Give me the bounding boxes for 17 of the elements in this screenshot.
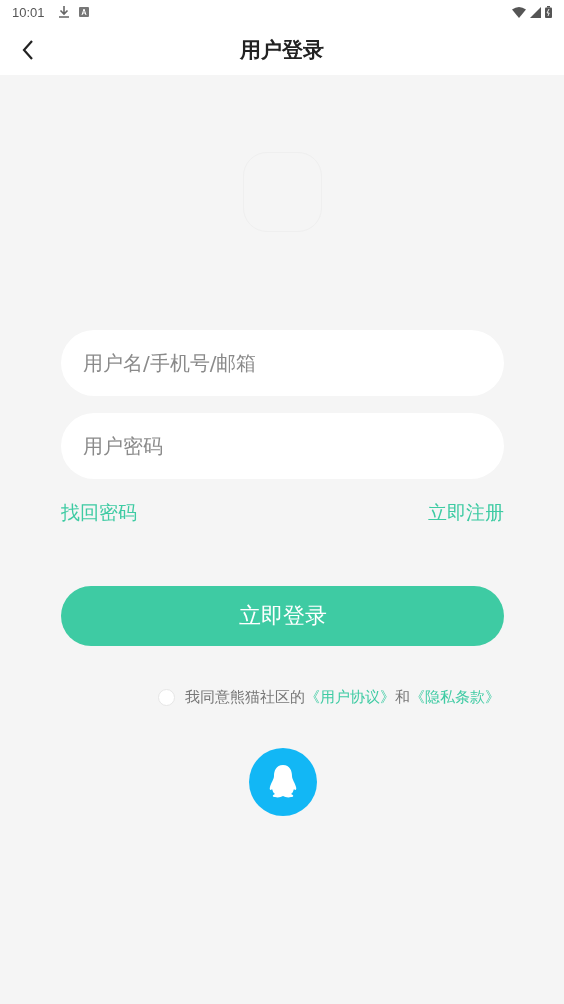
forgot-password-link[interactable]: 找回密码	[61, 500, 137, 524]
wifi-icon	[512, 6, 526, 18]
signal-icon	[530, 6, 541, 18]
login-button[interactable]: 立即登录	[61, 586, 504, 646]
password-field[interactable]: 用户密码	[61, 413, 504, 479]
username-field[interactable]: 用户名/手机号/邮箱	[61, 330, 504, 396]
register-link[interactable]: 立即注册	[428, 500, 504, 524]
agreement-text: 我同意熊猫社区的《用户协议》和《隐私条款》	[185, 687, 500, 707]
download-icon	[58, 6, 69, 18]
app-notification-icon	[78, 7, 89, 17]
agreement-checkbox[interactable]	[158, 688, 175, 706]
privacy-policy-link[interactable]: 《隐私条款》	[410, 688, 500, 705]
penguin-icon	[267, 764, 298, 800]
battery-icon	[545, 6, 552, 18]
user-agreement-link[interactable]: 《用户协议》	[305, 688, 395, 705]
page-title: 用户登录	[240, 36, 324, 64]
clock-time: 10:01	[12, 4, 45, 20]
